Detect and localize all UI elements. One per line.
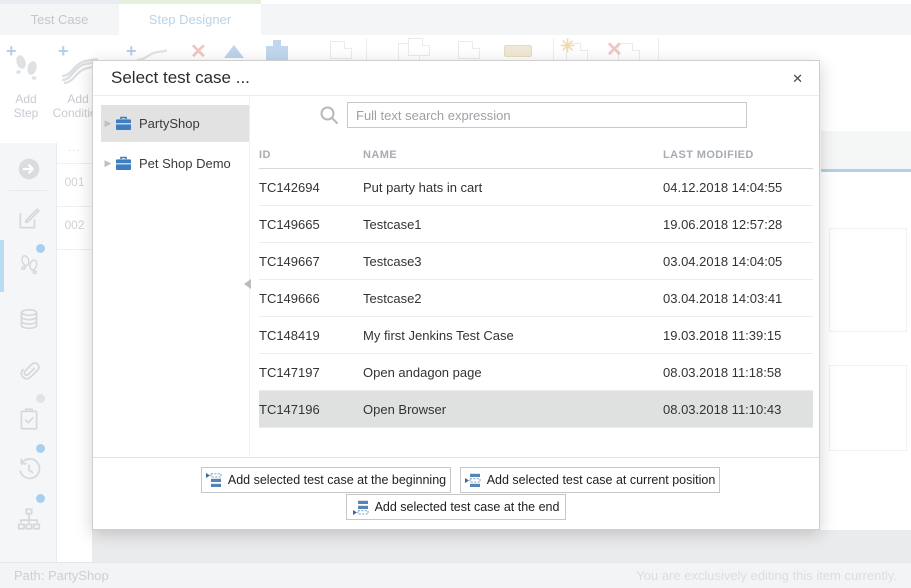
column-id[interactable]: ID — [259, 149, 363, 161]
column-name[interactable]: NAME — [363, 149, 663, 161]
copy-page-icon[interactable] — [458, 41, 480, 59]
table-row[interactable]: TC142694 Put party hats in cart 04.12.20… — [259, 169, 813, 206]
status-bar: Path: PartyShop You are exclusively edit… — [0, 562, 911, 588]
right-panel-box — [829, 228, 907, 332]
badge-dot — [36, 494, 45, 503]
active-section-indicator — [0, 240, 4, 292]
sparkle-icon: ✳ — [560, 37, 575, 55]
column-last-modified[interactable]: LAST MODIFIED — [663, 149, 813, 161]
copy-pages-icon[interactable] — [408, 38, 430, 56]
dialog-header: Select test case ... ✕ — [93, 61, 819, 96]
table-row[interactable]: TC149666 Testcase2 03.04.2018 14:03:41 — [259, 280, 813, 317]
step-number: 002 — [57, 218, 92, 232]
page-icon[interactable] — [330, 41, 352, 59]
badge-dot — [36, 444, 45, 453]
add-step-button[interactable]: + Add Step — [2, 40, 50, 121]
briefcase-icon — [115, 156, 132, 171]
right-panel-active-tab-line — [821, 169, 911, 172]
plus-icon: + — [6, 42, 17, 60]
tree-item-partyshop[interactable]: ▶ PartyShop — [101, 105, 249, 142]
insert-at-position-icon — [465, 473, 481, 488]
dialog-title: Select test case ... — [111, 68, 250, 88]
splitter — [249, 97, 250, 457]
tab-step-designer[interactable]: Step Designer — [119, 4, 261, 35]
plus-icon: + — [58, 42, 69, 60]
insert-block-icon[interactable] — [266, 46, 288, 60]
add-at-current-position-button[interactable]: Add selected test case at current positi… — [460, 467, 720, 493]
chevron-right-icon[interactable]: ▶ — [101, 118, 115, 129]
tree-item-pet-shop-demo[interactable]: ▶ Pet Shop Demo — [101, 145, 249, 182]
tree-item-label: PartyShop — [139, 116, 200, 131]
left-sidebar — [0, 143, 57, 562]
insert-at-beginning-icon — [206, 473, 222, 488]
x-icon: ✕ — [606, 37, 623, 62]
attachment-icon[interactable] — [16, 356, 42, 382]
steps-icon[interactable] — [16, 252, 42, 278]
editing-status-message: You are exclusively editing this item cu… — [636, 568, 897, 583]
step-number: 001 — [57, 175, 92, 189]
right-panel-box — [829, 365, 907, 451]
search-icon — [319, 105, 339, 125]
badge-dot — [36, 394, 45, 403]
tree-item-label: Pet Shop Demo — [139, 156, 231, 171]
collapse-panel-icon[interactable] — [244, 279, 251, 289]
move-up-icon[interactable] — [224, 45, 244, 58]
tab-bar: Test Case Step Designer — [0, 4, 911, 35]
edit-icon[interactable] — [16, 206, 42, 232]
chevron-right-icon[interactable]: ▶ — [101, 158, 115, 169]
add-at-end-button[interactable]: Add selected test case at the end — [346, 494, 566, 520]
canvas-background — [92, 530, 911, 562]
table-row[interactable]: TC148419 My first Jenkins Test Case 19.0… — [259, 317, 813, 354]
close-icon[interactable]: ✕ — [788, 69, 807, 89]
checklist-icon[interactable] — [16, 406, 42, 432]
briefcase-icon[interactable] — [504, 45, 532, 57]
step-number-gutter: ··· 001 002 — [57, 143, 92, 562]
select-test-case-dialog: Select test case ... ✕ ▶ PartyShop ▶ Pet… — [92, 60, 820, 530]
table-row[interactable]: TC147197 Open andagon page 08.03.2018 11… — [259, 354, 813, 391]
history-icon[interactable] — [16, 456, 42, 482]
briefcase-icon — [115, 116, 132, 131]
right-panel-header — [821, 131, 911, 169]
table-row[interactable]: TC149667 Testcase3 03.04.2018 14:04:05 — [259, 243, 813, 280]
table-row-selected[interactable]: TC147196 Open Browser 08.03.2018 11:10:4… — [259, 391, 813, 428]
structure-icon[interactable] — [16, 506, 42, 532]
add-at-beginning-button[interactable]: Add selected test case at the beginning — [201, 467, 451, 493]
breadcrumb-path: Path: PartyShop — [14, 568, 109, 583]
table-row[interactable]: TC149665 Testcase1 19.06.2018 12:57:28 — [259, 206, 813, 243]
tab-test-case[interactable]: Test Case — [0, 4, 119, 35]
search-input[interactable] — [347, 102, 747, 128]
data-stack-icon[interactable] — [16, 306, 42, 332]
add-wave-icon[interactable]: + — [126, 42, 137, 60]
go-forward-icon[interactable] — [16, 156, 42, 182]
insert-at-end-icon — [353, 500, 369, 515]
table-header: ID NAME LAST MODIFIED — [259, 141, 813, 169]
